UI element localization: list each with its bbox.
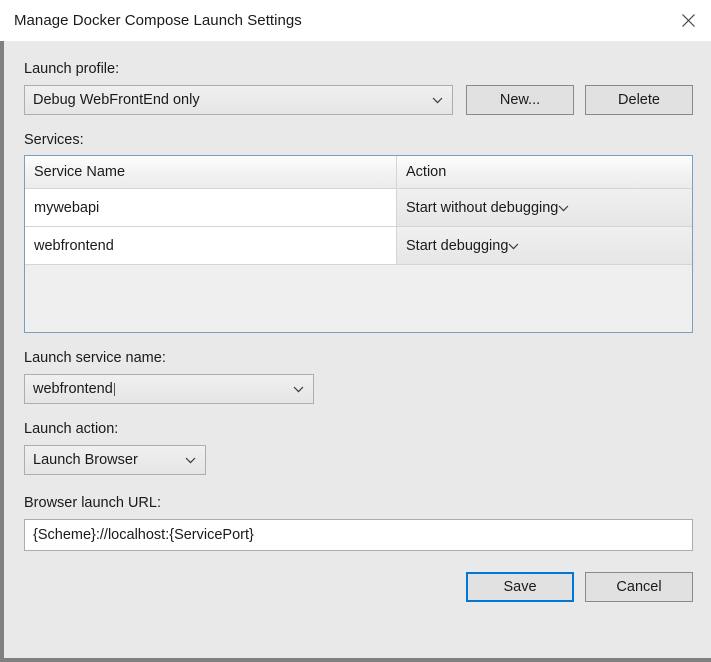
services-grid-header: Service Name Action [25,156,692,189]
service-name-cell: mywebapi [25,189,397,226]
launch-service-name-value: webfrontend [33,381,113,397]
launch-profile-label: Launch profile: [24,61,120,77]
footer-button-row: Save Cancel [24,572,693,602]
window-title: Manage Docker Compose Launch Settings [14,11,302,29]
dialog-content: Launch profile: Debug WebFrontEnd only N… [4,41,711,658]
title-bar: Manage Docker Compose Launch Settings [0,0,711,41]
launch-service-name-label: Launch service name: [24,350,166,366]
chevron-down-icon [185,451,196,469]
browser-launch-url-input[interactable]: {Scheme}://localhost:{ServicePort} [24,519,693,551]
chevron-down-icon [558,200,569,216]
service-action-combobox[interactable]: Start without debugging [397,189,692,226]
close-button[interactable] [665,0,711,40]
delete-profile-button[interactable]: Delete [585,85,693,115]
text-caret [113,382,115,396]
service-action-value: Start without debugging [406,199,559,216]
service-action-cell: Start without debugging [397,189,692,226]
new-profile-button[interactable]: New... [466,85,574,115]
launch-action-value: Launch Browser [33,452,138,468]
launch-action-combobox[interactable]: Launch Browser [24,445,206,475]
chevron-down-icon [432,91,443,109]
service-action-value: Start debugging [406,237,509,254]
column-header-action[interactable]: Action [397,156,692,188]
services-grid[interactable]: Service Name Action mywebapi Start witho… [24,155,693,333]
services-label: Services: [24,132,84,148]
chevron-down-icon [293,380,304,398]
dialog-window: Manage Docker Compose Launch Settings La… [0,0,711,662]
launch-action-label: Launch action: [24,421,119,437]
launch-profile-combobox[interactable]: Debug WebFrontEnd only [24,85,453,115]
save-button[interactable]: Save [466,572,574,602]
service-action-combobox[interactable]: Start debugging [397,227,692,264]
close-icon [681,13,695,27]
cancel-button[interactable]: Cancel [585,572,693,602]
service-action-cell: Start debugging [397,227,692,264]
services-grid-empty-area [25,265,692,332]
chevron-down-icon [508,238,519,254]
launch-profile-value: Debug WebFrontEnd only [33,92,200,108]
browser-launch-url-label: Browser launch URL: [24,495,161,511]
table-row[interactable]: mywebapi Start without debugging [25,189,692,227]
launch-profile-row: Debug WebFrontEnd only New... Delete [24,85,693,115]
column-header-service-name[interactable]: Service Name [25,156,397,188]
launch-service-name-combobox[interactable]: webfrontend [24,374,314,404]
window-frame: Launch profile: Debug WebFrontEnd only N… [0,41,711,662]
service-name-cell: webfrontend [25,227,397,264]
table-row[interactable]: webfrontend Start debugging [25,227,692,265]
